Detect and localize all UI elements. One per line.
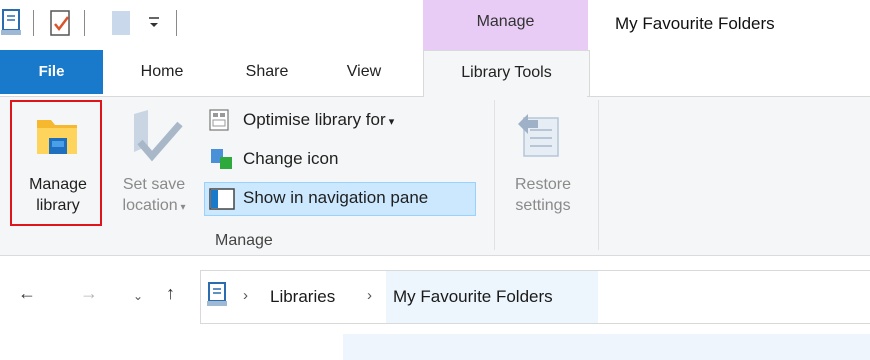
set-save-location-button[interactable]: Set save location ▾ — [106, 174, 202, 218]
set-save-location-label-line1: Set save — [122, 176, 186, 193]
optimise-library-label: Optimise library for — [243, 110, 386, 129]
qat-customize-icon[interactable] — [147, 12, 161, 37]
active-tab-join — [424, 96, 587, 98]
recent-locations-chevron-icon[interactable]: ⌄ — [133, 289, 143, 303]
tab-library-tools[interactable]: Library Tools — [423, 50, 590, 98]
properties-icon[interactable] — [0, 8, 22, 43]
context-tab-group-label: Manage — [476, 13, 535, 30]
restore-settings-label-line1: Restore — [514, 176, 572, 193]
change-icon-button[interactable]: Change icon — [243, 149, 338, 169]
group-separator — [494, 100, 495, 250]
optimise-library-button[interactable]: Optimise library for ▾ — [243, 110, 394, 130]
new-folder-icon[interactable] — [110, 8, 132, 43]
qat-divider — [176, 10, 177, 36]
show-in-navigation-pane-label: Show in navigation pane — [243, 188, 429, 207]
up-arrow-icon[interactable]: ↑ — [166, 283, 175, 304]
change-icon-icon — [208, 146, 234, 177]
file-list-area — [343, 334, 870, 360]
chevron-down-icon: ▾ — [177, 202, 186, 213]
chevron-down-icon: ▾ — [385, 116, 395, 128]
restore-settings-icon — [512, 106, 568, 167]
qat-divider — [84, 10, 85, 36]
tab-share[interactable]: Share — [232, 50, 302, 94]
tab-view[interactable]: View — [334, 50, 394, 94]
restore-settings-label-line2: settings — [515, 197, 571, 214]
context-tab-group: Manage — [423, 0, 588, 50]
navigation-pane-icon — [209, 188, 235, 215]
tab-home[interactable]: Home — [127, 50, 197, 94]
group-separator — [598, 100, 599, 250]
ribbon-group-label: Manage — [215, 232, 273, 249]
set-save-location-label-line2: location — [122, 197, 178, 214]
optimise-library-icon — [208, 108, 232, 139]
set-save-location-icon — [126, 108, 186, 173]
breadcrumb-libraries[interactable]: Libraries — [270, 287, 335, 307]
forward-arrow-icon[interactable]: → — [80, 283, 98, 304]
breadcrumb-current[interactable]: My Favourite Folders — [393, 287, 553, 307]
qat-divider — [33, 10, 34, 36]
window-title: My Favourite Folders — [615, 14, 775, 33]
checkmark-icon[interactable] — [48, 8, 74, 43]
highlight-box — [10, 100, 102, 226]
breadcrumb-separator-icon[interactable]: › — [367, 287, 372, 304]
restore-settings-button[interactable]: Restore settings — [497, 174, 589, 216]
back-arrow-icon[interactable]: ← — [18, 283, 36, 304]
breadcrumb-separator-icon[interactable]: › — [243, 287, 248, 304]
tab-file[interactable]: File — [0, 50, 103, 94]
library-icon — [206, 281, 228, 314]
